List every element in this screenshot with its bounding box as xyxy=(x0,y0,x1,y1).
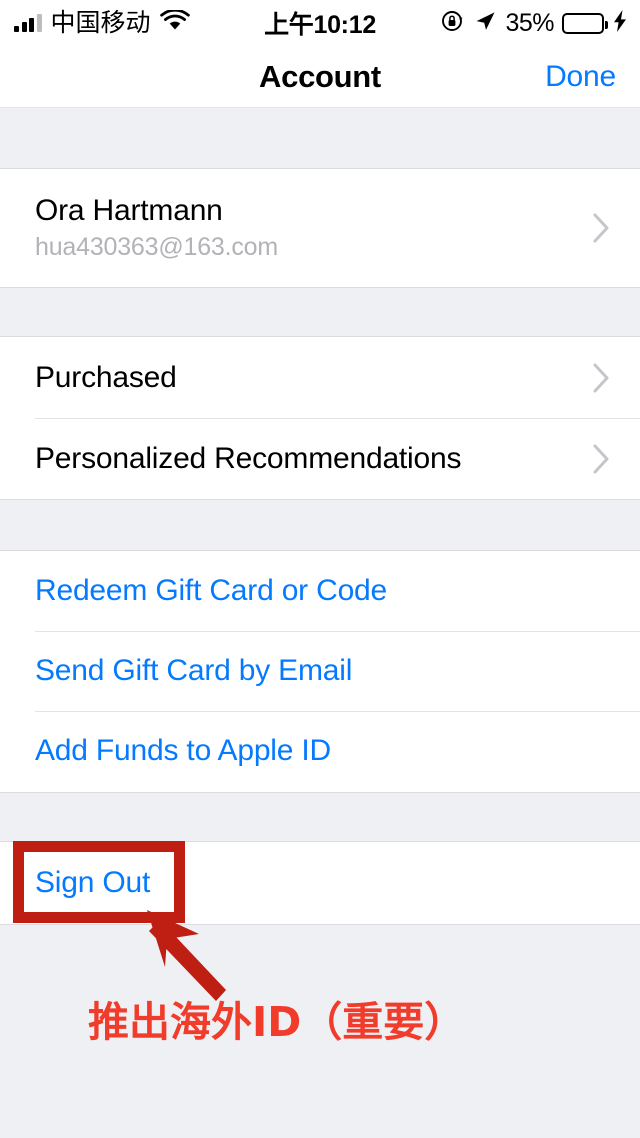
personalized-recommendations-row[interactable]: Personalized Recommendations xyxy=(0,418,640,499)
account-section: Ora Hartmann hua430363@163.com xyxy=(0,168,640,288)
battery-icon xyxy=(562,12,608,34)
status-bar-right: 35% xyxy=(441,0,628,46)
chevron-right-icon xyxy=(593,363,610,393)
sign-out-label: Sign Out xyxy=(35,866,151,899)
location-arrow-icon xyxy=(473,9,497,38)
clock-label: 上午10:12 xyxy=(264,11,376,39)
account-email-label: hua430363@163.com xyxy=(35,233,278,261)
navigation-bar: Account Done xyxy=(0,46,640,108)
purchased-row[interactable]: Purchased xyxy=(0,337,640,418)
done-button[interactable]: Done xyxy=(545,60,616,94)
purchased-label: Purchased xyxy=(35,360,177,394)
chevron-right-icon xyxy=(593,444,610,474)
rotation-lock-icon xyxy=(441,9,465,38)
account-name-label: Ora Hartmann xyxy=(35,194,223,227)
lightning-bolt-icon xyxy=(612,9,628,38)
personalized-recommendations-label: Personalized Recommendations xyxy=(35,441,462,475)
sign-out-section: Sign Out xyxy=(0,841,640,925)
add-funds-row[interactable]: Add Funds to Apple ID xyxy=(0,711,640,791)
account-row-text: Ora Hartmann hua430363@163.com xyxy=(35,194,278,262)
gift-card-section: Redeem Gift Card or Code Send Gift Card … xyxy=(0,550,640,793)
chevron-right-icon xyxy=(593,213,610,243)
status-bar: 中国移动 上午10:12 35% xyxy=(0,0,640,46)
store-section: Purchased Personalized Recommendations xyxy=(0,336,640,500)
sign-out-row[interactable]: Sign Out xyxy=(0,842,640,924)
send-gift-card-label: Send Gift Card by Email xyxy=(35,654,353,687)
iphone-screen: 中国移动 上午10:12 35% Account Done Ora Hartma… xyxy=(0,0,640,1138)
annotation-caption: 推出海外ID（重要） xyxy=(88,998,466,1046)
battery-percent-label: 35% xyxy=(505,8,554,37)
redeem-gift-card-label: Redeem Gift Card or Code xyxy=(35,574,388,607)
redeem-gift-card-row[interactable]: Redeem Gift Card or Code xyxy=(0,551,640,631)
add-funds-label: Add Funds to Apple ID xyxy=(35,734,331,767)
account-row[interactable]: Ora Hartmann hua430363@163.com xyxy=(0,169,640,287)
page-title: Account xyxy=(259,58,381,94)
send-gift-card-row[interactable]: Send Gift Card by Email xyxy=(0,631,640,711)
